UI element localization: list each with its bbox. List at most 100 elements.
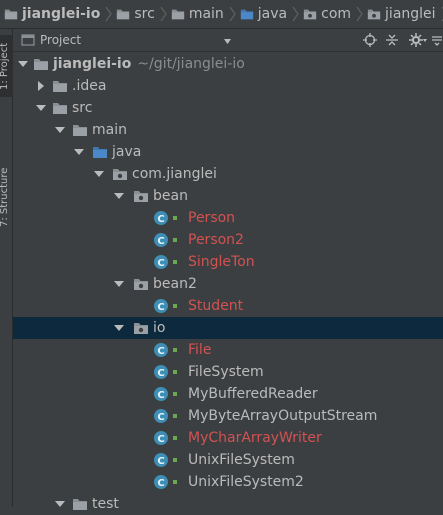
tree-node-mychararraywriter[interactable]: MyCharArrayWriter: [13, 427, 443, 449]
settings-icon[interactable]: [409, 33, 427, 47]
breadcrumb-label: java: [257, 6, 288, 22]
tree-node-src[interactable]: src: [13, 97, 443, 119]
public-access-icon: [173, 436, 177, 440]
tree-node-project-root[interactable]: jianglei-io ~/git/jianglei-io: [13, 53, 443, 75]
folder-icon: [52, 78, 68, 94]
chevron-right-icon: [160, 6, 167, 22]
navigation-bar: jianglei-io src main java com jianglei i…: [0, 0, 443, 29]
tree-node-io[interactable]: io: [13, 317, 443, 339]
expand-arrow-icon[interactable]: [114, 279, 124, 289]
tree-node-unixfilesystem[interactable]: UnixFileSystem: [13, 449, 443, 471]
tree-label: File: [188, 342, 212, 358]
class-icon: [153, 386, 169, 402]
abstract-class-icon: [153, 364, 169, 380]
tree-node-test[interactable]: test: [13, 493, 443, 515]
tree-label: java: [112, 144, 142, 160]
package-icon: [133, 320, 149, 336]
tree-node-java[interactable]: java: [13, 141, 443, 163]
folder-icon: [116, 7, 130, 21]
breadcrumb-item-jianglei[interactable]: jianglei: [363, 0, 443, 28]
public-access-icon: [173, 370, 177, 374]
public-access-icon: [173, 238, 177, 242]
breadcrumb-label: jianglei: [385, 6, 436, 22]
class-icon: [153, 408, 169, 424]
project-tree: jianglei-io ~/git/jianglei-io .idea src m…: [13, 52, 443, 512]
tree-node-person2[interactable]: Person2: [13, 229, 443, 251]
tree-node-file[interactable]: File: [13, 339, 443, 361]
breadcrumb-label: main: [188, 6, 224, 22]
tab-structure[interactable]: 7: Structure: [0, 157, 13, 237]
breadcrumb-item-main[interactable]: main: [167, 0, 236, 28]
expand-arrow-icon[interactable]: [36, 103, 46, 113]
tree-label: io: [153, 320, 166, 336]
tree-label: bean2: [153, 276, 197, 292]
collapsed-arrow-icon[interactable]: [36, 81, 46, 91]
chevron-right-icon: [229, 6, 236, 22]
breadcrumb-item-com[interactable]: com: [299, 0, 363, 28]
tree-label: MyByteArrayOutputStream: [188, 408, 378, 424]
expand-arrow-icon[interactable]: [114, 323, 124, 333]
package-icon: [112, 166, 128, 182]
tree-node-idea[interactable]: .idea: [13, 75, 443, 97]
class-icon: [153, 254, 169, 270]
public-access-icon: [173, 304, 177, 308]
source-folder-icon: [240, 7, 254, 21]
class-icon: [153, 232, 169, 248]
package-icon: [367, 7, 381, 21]
class-icon: [153, 210, 169, 226]
view-dropdown-icon[interactable]: [223, 35, 232, 50]
chevron-right-icon: [105, 6, 113, 22]
breadcrumb-label: com: [321, 6, 352, 22]
chevron-right-icon: [356, 6, 363, 22]
breadcrumb-label: src: [134, 6, 155, 22]
breadcrumb-item-java[interactable]: java: [236, 0, 299, 28]
breadcrumb-item-project[interactable]: jianglei-io: [0, 0, 113, 28]
locate-icon[interactable]: [363, 33, 377, 47]
tree-node-student[interactable]: Student: [13, 295, 443, 317]
tree-label: main: [92, 122, 127, 138]
source-folder-icon: [92, 144, 108, 160]
class-icon: [153, 452, 169, 468]
project-folder-icon: [33, 56, 49, 72]
package-icon: [303, 7, 317, 21]
tree-label: SingleTon: [188, 254, 255, 270]
tree-label: com.jianglei: [132, 166, 217, 182]
expand-arrow-icon[interactable]: [18, 59, 28, 69]
tree-node-com-jianglei[interactable]: com.jianglei: [13, 163, 443, 185]
expand-arrow-icon[interactable]: [55, 125, 65, 135]
tree-label: test: [92, 496, 119, 512]
tree-node-mybytearrayoutputstream[interactable]: MyByteArrayOutputStream: [13, 405, 443, 427]
folder-icon: [171, 7, 185, 21]
tree-label: Person: [188, 210, 236, 226]
tree-node-singleton[interactable]: SingleTon: [13, 251, 443, 273]
tree-node-unixfilesystem2[interactable]: UnixFileSystem2: [13, 471, 443, 493]
tree-node-mybufferedreader[interactable]: MyBufferedReader: [13, 383, 443, 405]
class-icon: [153, 298, 169, 314]
tree-node-person[interactable]: Person: [13, 207, 443, 229]
tree-node-bean2[interactable]: bean2: [13, 273, 443, 295]
breadcrumb-item-src[interactable]: src: [112, 0, 167, 28]
project-panel-header: Project: [13, 29, 443, 52]
tree-node-filesystem[interactable]: FileSystem: [13, 361, 443, 383]
tree-label: UnixFileSystem: [188, 452, 295, 468]
expand-arrow-icon[interactable]: [74, 147, 84, 157]
tree-label: FileSystem: [188, 364, 264, 380]
expand-arrow-icon[interactable]: [114, 191, 124, 201]
tree-node-main[interactable]: main: [13, 119, 443, 141]
expand-arrow-icon[interactable]: [55, 499, 65, 509]
tool-window-strip: 1: Project 7: Structure: [0, 29, 13, 507]
folder-icon: [72, 496, 88, 512]
tree-label: MyCharArrayWriter: [188, 430, 322, 446]
public-access-icon: [173, 216, 177, 220]
panel-title: Project: [40, 33, 82, 47]
chevron-right-icon: [292, 6, 299, 22]
tree-node-bean[interactable]: bean: [13, 185, 443, 207]
tab-project[interactable]: 1: Project: [0, 35, 13, 97]
expand-arrow-icon[interactable]: [94, 169, 104, 179]
tree-label: Student: [188, 298, 244, 314]
tree-label: Person2: [188, 232, 244, 248]
hide-icon[interactable]: [431, 33, 443, 47]
collapse-icon[interactable]: [385, 33, 399, 47]
public-access-icon: [173, 458, 177, 462]
tree-label: jianglei-io ~/git/jianglei-io: [53, 56, 245, 72]
